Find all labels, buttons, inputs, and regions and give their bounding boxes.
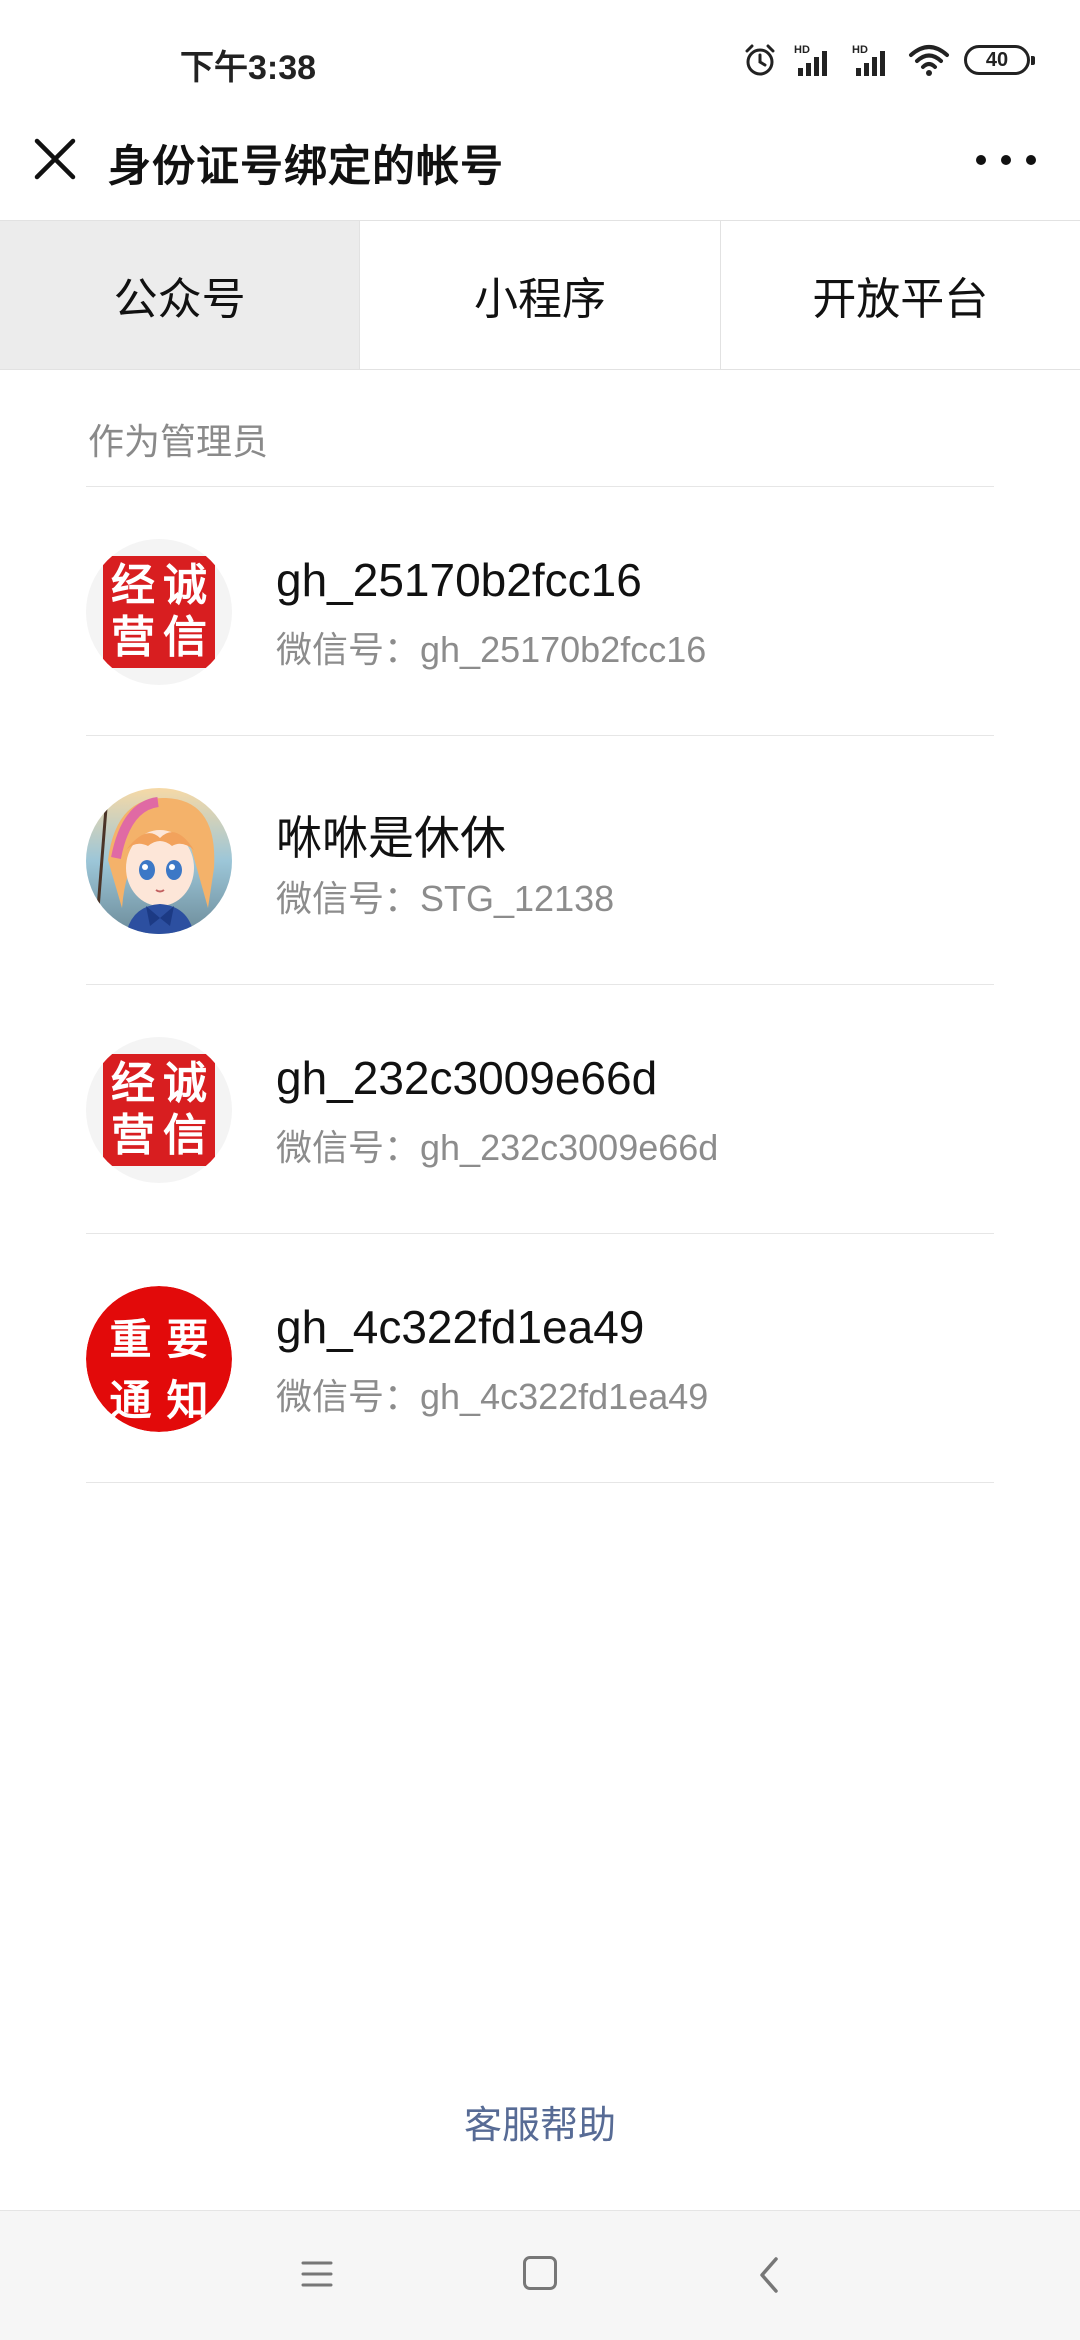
notice-char: 要 (166, 1315, 209, 1364)
notice-icon: 重 要 通 知 (86, 1286, 232, 1432)
more-icon (1001, 155, 1011, 165)
avatar: 重 要 通 知 (86, 1286, 232, 1432)
account-list: 经 诚 营 信 gh_25170b2fcc16 微信号：gh_25170b2fc… (86, 486, 994, 1483)
account-name: 咻咻是休休 (276, 812, 506, 864)
system-nav-bar (0, 2210, 1080, 2340)
svg-text:HD: HD (852, 44, 868, 56)
more-icon (976, 155, 986, 165)
list-item[interactable]: 经 诚 营 信 gh_25170b2fcc16 微信号：gh_25170b2fc… (86, 487, 994, 736)
status-time: 下午3:38 (180, 49, 317, 87)
menu-icon[interactable] (300, 2257, 334, 2291)
avatar: 经 诚 营 信 (86, 1037, 232, 1183)
seal-icon: 经 诚 营 信 (103, 556, 215, 668)
notice-char: 重 (109, 1315, 152, 1364)
back-icon[interactable] (752, 2255, 786, 2295)
seal-logo: 经 诚 营 信 (86, 539, 232, 685)
account-name: gh_4c322fd1ea49 (276, 1301, 645, 1353)
screen: 下午3:38 HD HD 40 身份证号绑定的帐号 公众号 小程序 开放平台 作… (0, 0, 1080, 2340)
avatar: 经 诚 营 信 (86, 539, 232, 685)
list-item[interactable]: 经 诚 营 信 gh_232c3009e66d 微信号：gh_232c3009e… (86, 985, 994, 1234)
seal-logo: 经 诚 营 信 (86, 1037, 232, 1183)
battery-icon: 40 (964, 45, 1035, 75)
seal-char: 经 (111, 1058, 155, 1109)
wechat-id: 微信号：STG_12138 (276, 878, 615, 919)
section-label: 作为管理员 (88, 422, 269, 463)
notice-char: 知 (166, 1376, 209, 1425)
wechat-id: 微信号：gh_232c3009e66d (276, 1127, 719, 1168)
seal-char: 诚 (163, 1058, 207, 1109)
more-icon (1026, 155, 1036, 165)
notice-char: 通 (109, 1376, 152, 1425)
hd-signal-icon: HD (852, 44, 885, 76)
tab-open-platform[interactable]: 开放平台 (720, 221, 1080, 369)
alarm-icon (745, 44, 775, 76)
account-name: gh_232c3009e66d (276, 1052, 658, 1104)
seal-char: 经 (111, 560, 155, 611)
page-title: 身份证号绑定的帐号 (108, 142, 504, 192)
tab-bar: 公众号 小程序 开放平台 (0, 220, 1080, 370)
seal-icon: 经 诚 营 信 (103, 1054, 215, 1166)
status-icons: HD HD 40 (742, 38, 1035, 82)
svg-text:HD: HD (794, 44, 810, 56)
avatar (86, 788, 232, 934)
seal-char: 营 (111, 1110, 155, 1161)
seal-char: 信 (163, 612, 207, 663)
close-icon (34, 138, 76, 180)
wifi-icon (909, 45, 949, 76)
seal-char: 营 (111, 612, 155, 663)
battery-level: 40 (985, 48, 1009, 71)
header: 身份证号绑定的帐号 (0, 118, 1080, 220)
tab-mini-programs[interactable]: 小程序 (360, 221, 721, 369)
seal-char: 诚 (163, 560, 207, 611)
customer-service-link[interactable]: 客服帮助 (0, 2094, 1080, 2149)
wechat-id: 微信号：gh_4c322fd1ea49 (276, 1376, 709, 1417)
more-button[interactable] (976, 140, 1036, 180)
account-name: gh_25170b2fcc16 (276, 554, 642, 606)
tab-official-accounts[interactable]: 公众号 (0, 221, 361, 369)
list-item[interactable]: 重 要 通 知 gh_4c322fd1ea49 微信号：gh_4c322fd1e… (86, 1234, 994, 1483)
close-button[interactable] (26, 130, 84, 188)
hd-signal-icon: HD (794, 44, 827, 76)
anime-avatar-image (86, 788, 232, 934)
status-bar: 下午3:38 HD HD 40 (0, 0, 1080, 118)
home-icon[interactable] (523, 2256, 557, 2290)
list-item[interactable]: 咻咻是休休 微信号：STG_12138 (86, 736, 994, 985)
seal-char: 信 (163, 1110, 207, 1161)
wechat-id: 微信号：gh_25170b2fcc16 (276, 629, 707, 670)
